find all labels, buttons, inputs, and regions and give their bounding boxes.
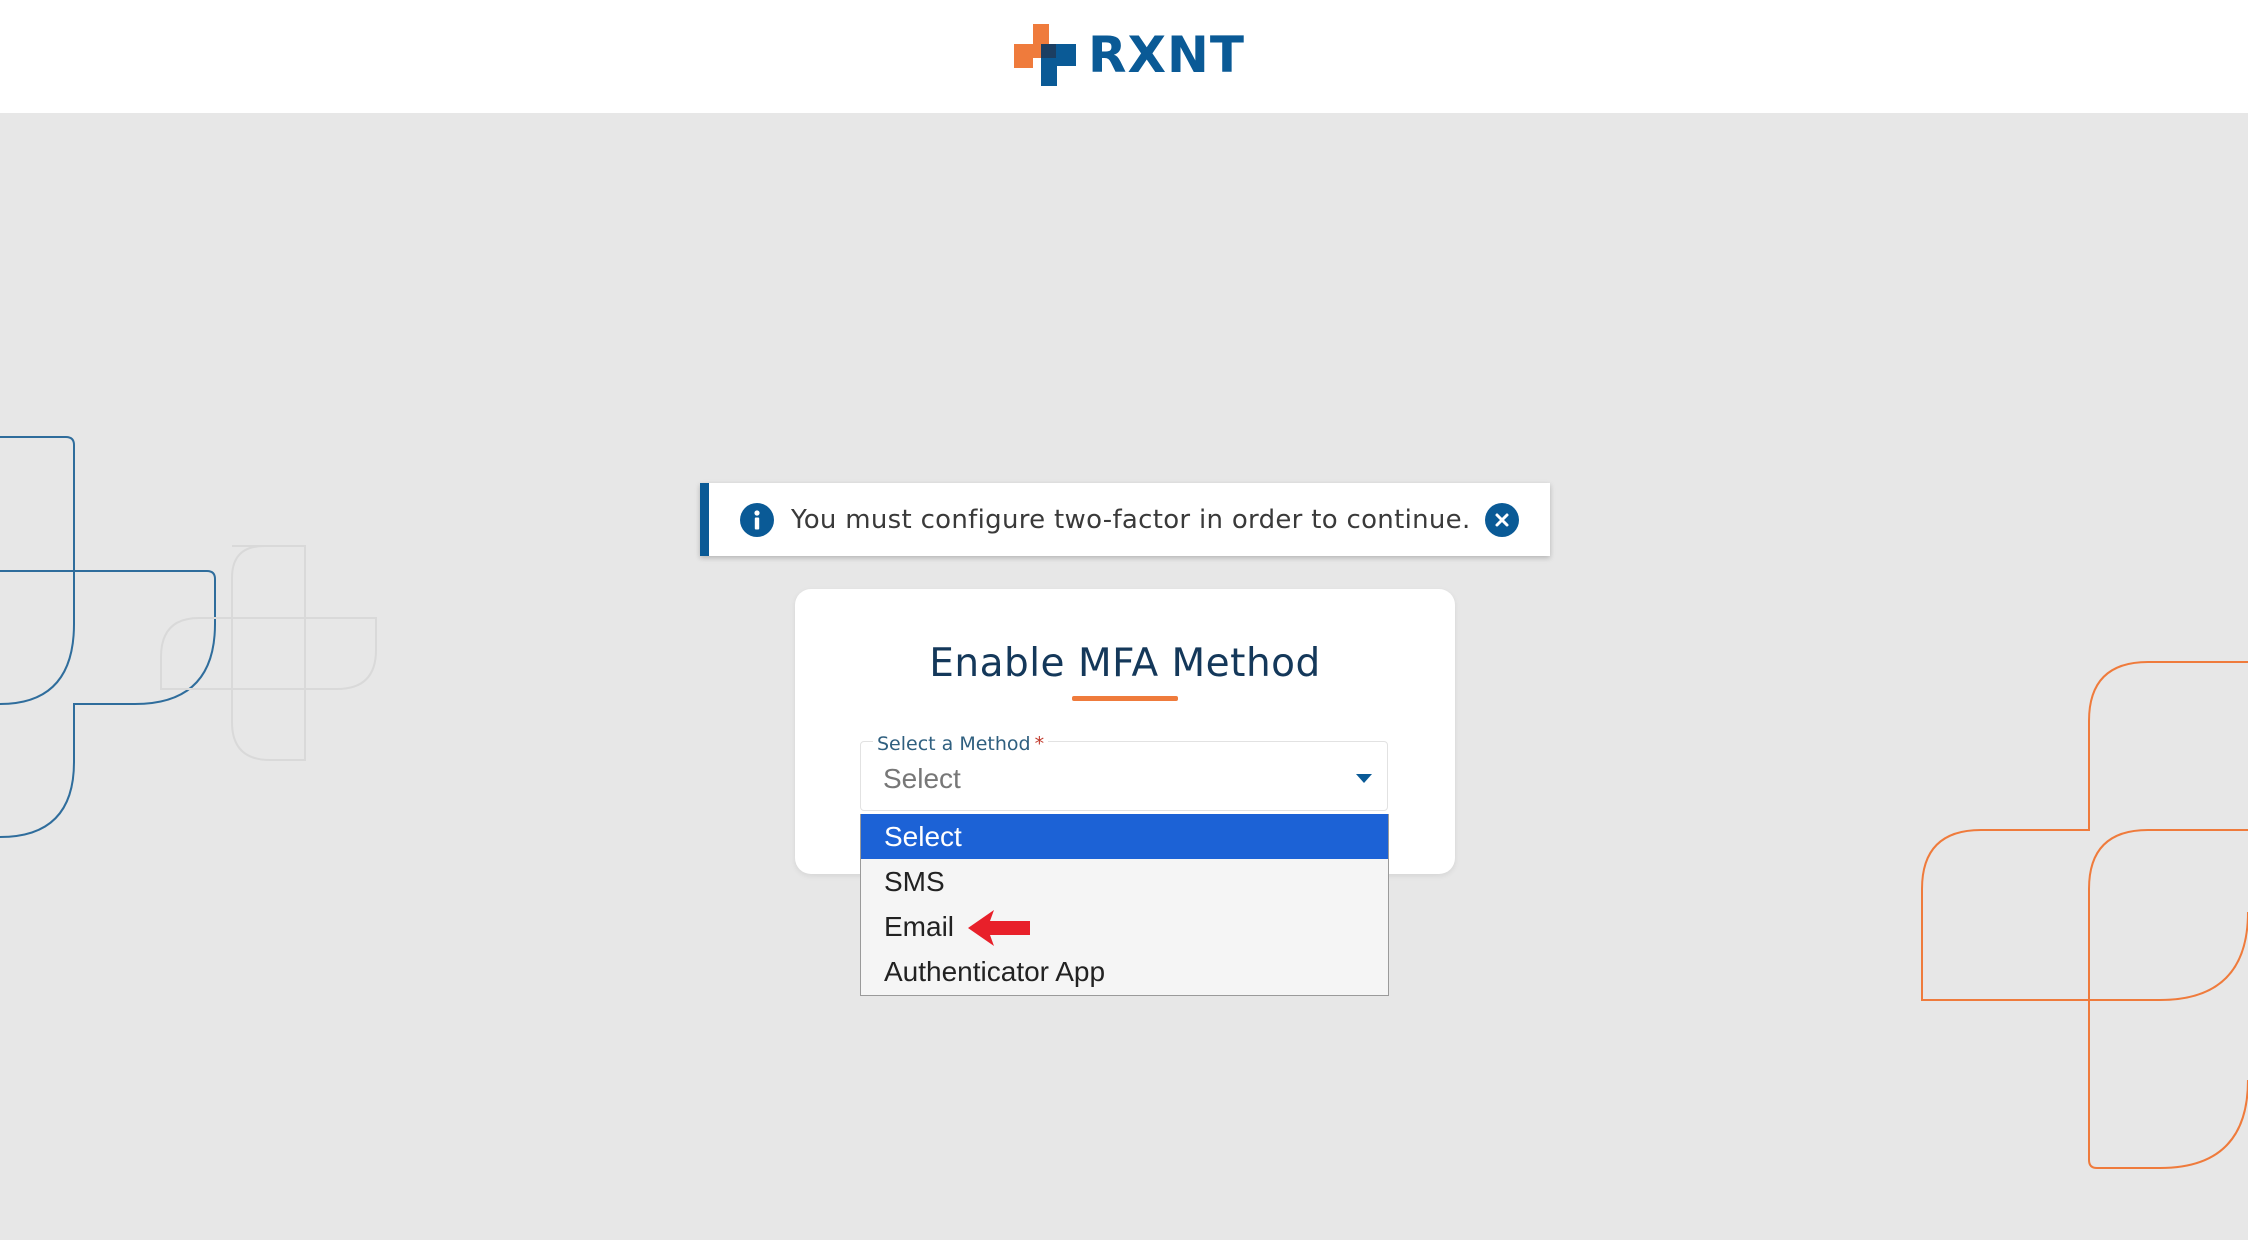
alert-message: You must configure two-factor in order t… <box>791 504 1471 535</box>
title-underline <box>1072 696 1178 701</box>
logo-text: RXNT <box>1088 26 1246 84</box>
option-email[interactable]: Email <box>861 904 1388 949</box>
blue-cross-outline <box>0 436 216 838</box>
option-sms[interactable]: SMS <box>861 859 1388 904</box>
method-select[interactable]: Select a Method * Select <box>860 733 1388 811</box>
close-icon[interactable] <box>1484 502 1519 537</box>
method-select-label: Select a Method * <box>873 733 1049 755</box>
rxnt-logo[interactable]: RXNT <box>1014 22 1245 88</box>
orange-cross-outline <box>1921 661 2248 1169</box>
header-bar: RXNT <box>0 0 2248 113</box>
red-arrow-icon <box>968 910 1030 946</box>
card-title: Enable MFA Method <box>929 641 1321 686</box>
mfa-required-alert: You must configure two-factor in order t… <box>700 483 1550 556</box>
option-authenticator-app[interactable]: Authenticator App <box>861 949 1388 994</box>
rxnt-cross-logo-icon <box>1014 24 1076 86</box>
method-label-text: Select a Method <box>877 733 1031 755</box>
caret-down-icon[interactable] <box>1356 774 1372 783</box>
info-icon <box>740 502 774 537</box>
required-marker: * <box>1034 733 1045 755</box>
gray-cross-outline <box>160 545 377 761</box>
option-select[interactable]: Select <box>861 814 1388 859</box>
method-select-value: Select <box>883 763 961 794</box>
method-dropdown-list: Select SMS Email Authenticator App <box>860 814 1389 996</box>
